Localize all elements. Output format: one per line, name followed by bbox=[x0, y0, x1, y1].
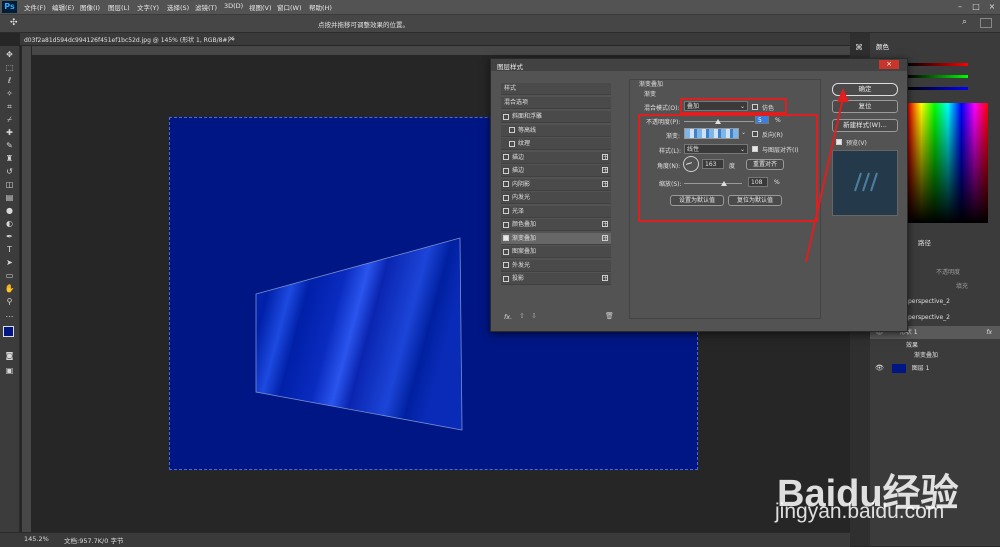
watermark-url: jingyan.baidu.com bbox=[775, 500, 945, 523]
